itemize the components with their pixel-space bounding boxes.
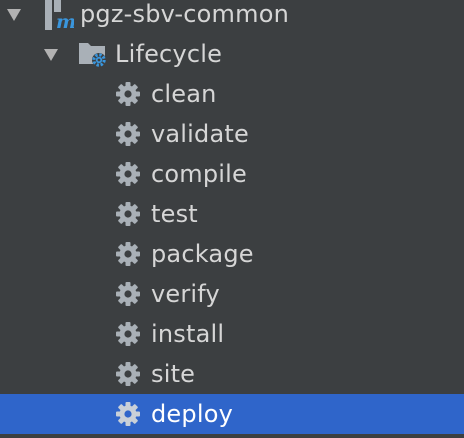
gear-icon (116, 82, 140, 106)
tree-row-phase-install[interactable]: install (0, 314, 464, 354)
gear-icon (116, 402, 140, 426)
expand-arrow-icon[interactable] (44, 49, 58, 61)
tree-row-phase-compile[interactable]: compile (0, 154, 464, 194)
tree-row-project[interactable]: m pgz-sbv-common (0, 0, 464, 34)
lifecycle-folder-icon (79, 43, 106, 67)
gear-icon (116, 362, 140, 386)
expand-arrow-icon[interactable] (7, 9, 21, 21)
tree-row-phase-deploy[interactable]: deploy (0, 394, 464, 434)
svg-text:m: m (56, 11, 74, 30)
tree-row-phase-validate[interactable]: validate (0, 114, 464, 154)
phase-label: clean (151, 80, 217, 108)
tree-row-lifecycle[interactable]: Lifecycle (0, 34, 464, 74)
phase-label: package (151, 240, 254, 268)
tree-row-phase-clean[interactable]: clean (0, 74, 464, 114)
tree-row-phase-verify[interactable]: verify (0, 274, 464, 314)
lifecycle-label: Lifecycle (115, 40, 223, 68)
gear-icon (116, 242, 140, 266)
gear-icon (116, 162, 140, 186)
phase-label: validate (151, 120, 249, 148)
phase-label: deploy (151, 400, 233, 428)
tree-row-phase-site[interactable]: site (0, 354, 464, 394)
project-label: pgz-sbv-common (80, 0, 290, 28)
gear-icon (116, 202, 140, 226)
gear-icon (116, 322, 140, 346)
gear-icon (116, 282, 140, 306)
phase-label: test (151, 200, 198, 228)
phase-label: install (151, 320, 225, 348)
tree-row-phase-test[interactable]: test (0, 194, 464, 234)
phase-label: compile (151, 160, 247, 188)
phase-label: verify (151, 280, 220, 308)
tree-row-phase-package[interactable]: package (0, 234, 464, 274)
maven-module-icon: m (45, 0, 74, 30)
phase-label: site (151, 360, 196, 388)
gear-icon (116, 122, 140, 146)
maven-projects-tree: m pgz-sbv-common Lifecycle clean validate… (0, 0, 464, 438)
